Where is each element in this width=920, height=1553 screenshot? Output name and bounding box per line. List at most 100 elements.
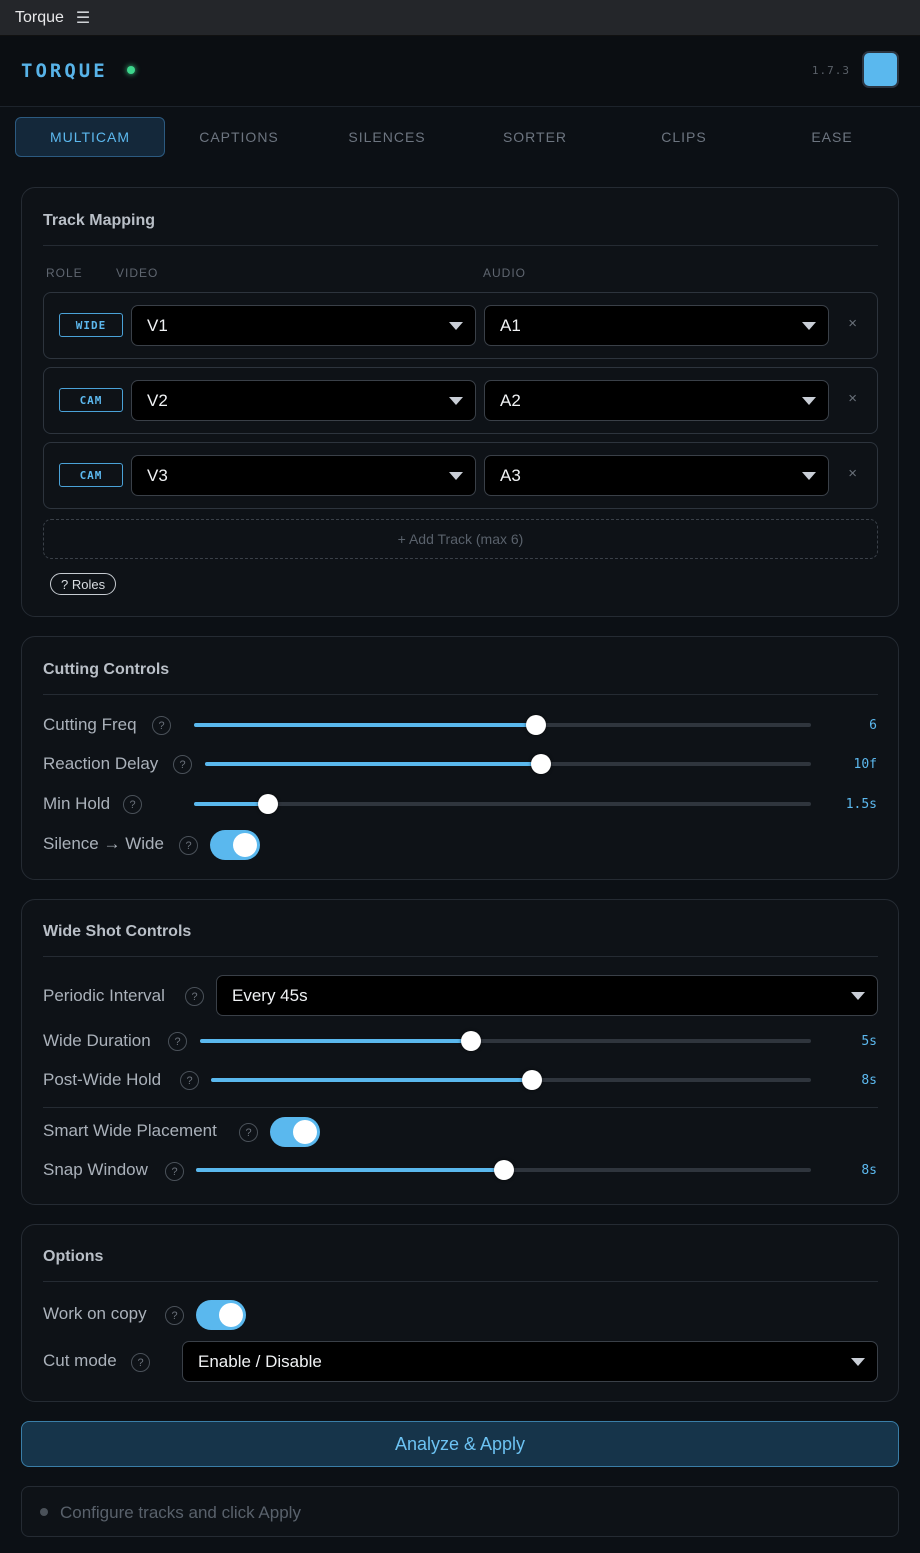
card-title: Track Mapping (43, 212, 156, 229)
wide-shot-controls-card: Wide Shot Controls Periodic Interval ? E… (21, 899, 899, 1205)
help-icon[interactable]: ? (123, 795, 142, 814)
divider (43, 694, 878, 695)
slider-thumb[interactable] (461, 1031, 482, 1051)
select-value: Enable / Disable (198, 1351, 322, 1371)
periodic-interval-select[interactable]: Every 45s (216, 975, 878, 1016)
slider-thumb[interactable] (531, 754, 552, 774)
divider (43, 956, 878, 957)
help-icon[interactable]: ? (173, 755, 192, 774)
slider-thumb[interactable] (522, 1070, 542, 1090)
audio-track-select[interactable]: A1 (484, 305, 829, 346)
analyze-apply-button[interactable]: Analyze & Apply (21, 1421, 899, 1467)
min-hold-value: 1.5s (845, 797, 877, 812)
select-value: A3 (500, 465, 521, 485)
version-label: 1.7.3 (811, 64, 850, 77)
snap-window-slider[interactable] (196, 1160, 811, 1180)
track-row: WIDE V1 A1 × (43, 292, 878, 359)
video-track-select[interactable]: V3 (131, 455, 476, 496)
snap-window-label: Snap Window (43, 1160, 148, 1179)
role-badge[interactable]: WIDE (59, 313, 123, 337)
help-icon[interactable]: ? (185, 987, 204, 1006)
column-header-video: VIDEO (116, 266, 159, 280)
video-track-select[interactable]: V2 (131, 380, 476, 421)
status-text: Configure tracks and click Apply (60, 1503, 301, 1522)
tab-multicam[interactable]: MULTICAM (15, 117, 165, 157)
reaction-delay-value: 10f (853, 757, 877, 772)
tab-clips[interactable]: CLIPS (609, 117, 759, 157)
silence-wide-label: Silence → Wide (43, 834, 164, 853)
chevron-down-icon (851, 1358, 865, 1366)
slider-thumb[interactable] (526, 715, 547, 735)
slider-thumb[interactable] (493, 1160, 514, 1180)
slider-fill (194, 723, 537, 727)
reaction-delay-label: Reaction Delay (43, 754, 159, 773)
periodic-interval-label: Periodic Interval (43, 986, 165, 1005)
toggle-knob (293, 1120, 317, 1144)
remove-track-close-icon[interactable]: × (848, 390, 857, 407)
min-hold-slider[interactable] (194, 794, 811, 814)
cut-mode-select[interactable]: Enable / Disable (182, 1341, 878, 1382)
card-title: Cutting Controls (43, 661, 170, 678)
tab-silences[interactable]: SILENCES (312, 117, 462, 157)
toggle-knob (233, 833, 257, 857)
help-icon[interactable]: ? (165, 1306, 184, 1325)
select-value: A1 (500, 315, 521, 335)
select-value: V1 (147, 315, 168, 335)
accent-color-button[interactable] (862, 51, 899, 88)
tab-bar: MULTICAM CAPTIONS SILENCES SORTER CLIPS … (0, 107, 920, 167)
brand-logo: TORQUE (21, 60, 108, 82)
cutting-freq-label: Cutting Freq (43, 715, 137, 734)
role-badge[interactable]: CAM (59, 463, 123, 487)
chevron-down-icon (449, 472, 463, 480)
slider-fill (200, 1039, 472, 1043)
roles-help-button[interactable]: ? Roles (50, 573, 117, 595)
toggle-knob (219, 1303, 243, 1327)
work-on-copy-label: Work on copy (43, 1304, 147, 1323)
video-track-select[interactable]: V1 (131, 305, 476, 346)
help-icon[interactable]: ? (179, 836, 198, 855)
divider (43, 1107, 878, 1108)
panel-header: TORQUE 1.7.3 (0, 36, 920, 107)
chevron-down-icon (802, 472, 816, 480)
remove-track-close-icon[interactable]: × (848, 315, 857, 332)
help-icon[interactable]: ? (152, 716, 171, 735)
track-row: CAM V2 A2 × (43, 367, 878, 434)
work-on-copy-toggle[interactable] (196, 1300, 246, 1330)
select-value: V2 (147, 390, 168, 410)
cut-mode-label: Cut mode (43, 1351, 117, 1370)
help-icon[interactable]: ? (165, 1162, 184, 1181)
column-header-audio: AUDIO (483, 266, 527, 280)
cutting-freq-slider[interactable] (194, 715, 811, 735)
track-row: CAM V3 A3 × (43, 442, 878, 509)
select-value: Every 45s (232, 985, 308, 1005)
select-value: V3 (147, 465, 168, 485)
audio-track-select[interactable]: A3 (484, 455, 829, 496)
hamburger-menu-icon[interactable]: ☰ (76, 8, 90, 28)
status-dot-icon (40, 1508, 48, 1516)
post-wide-hold-label: Post-Wide Hold (43, 1070, 162, 1089)
tab-captions[interactable]: CAPTIONS (164, 117, 314, 157)
card-title: Wide Shot Controls (43, 923, 192, 940)
snap-window-value: 8s (861, 1163, 877, 1178)
remove-track-close-icon[interactable]: × (848, 465, 857, 482)
audio-track-select[interactable]: A2 (484, 380, 829, 421)
help-icon[interactable]: ? (239, 1123, 258, 1142)
reaction-delay-slider[interactable] (205, 754, 811, 774)
post-wide-hold-slider[interactable] (211, 1070, 811, 1090)
smart-wide-placement-toggle[interactable] (270, 1117, 320, 1147)
silence-wide-toggle[interactable] (210, 830, 260, 860)
help-icon[interactable]: ? (180, 1071, 199, 1090)
slider-thumb[interactable] (258, 794, 279, 814)
tab-sorter[interactable]: SORTER (460, 117, 610, 157)
post-wide-hold-value: 8s (861, 1073, 877, 1088)
select-value: A2 (500, 390, 521, 410)
add-track-button[interactable]: + Add Track (max 6) (43, 519, 878, 559)
tab-ease[interactable]: EASE (757, 117, 907, 157)
help-icon[interactable]: ? (131, 1353, 150, 1372)
role-badge[interactable]: CAM (59, 388, 123, 412)
card-title: Options (43, 1248, 104, 1265)
column-header-role: ROLE (46, 266, 83, 280)
help-icon[interactable]: ? (168, 1032, 187, 1051)
wide-duration-slider[interactable] (200, 1031, 811, 1051)
app-name: Torque (15, 8, 64, 26)
